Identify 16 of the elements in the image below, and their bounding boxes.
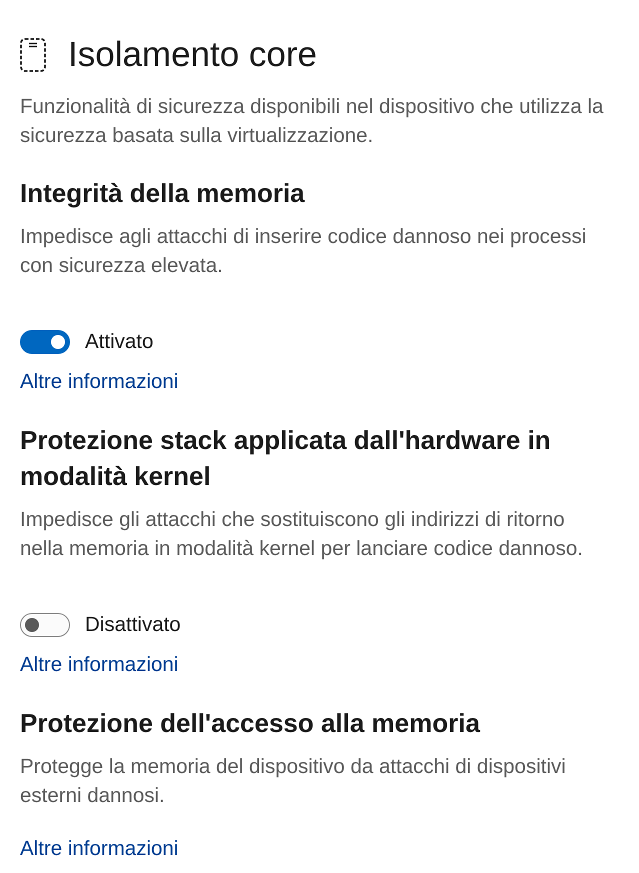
toggle-switch[interactable] — [20, 330, 70, 354]
page-description: Funzionalità di sicurezza disponibili nel dispositivo che utilizza la sicurezza basata sulla virtualizzazione. — [20, 94, 604, 149]
more-info-link[interactable]: Altre informazioni — [20, 837, 178, 861]
toggle-label: Disattivato — [85, 613, 181, 637]
page-title: Isolamento core — [68, 35, 318, 75]
section-heading: Integrità della memoria — [20, 177, 305, 210]
section-description: Impedisce gli attacchi che sostituiscono gli indirizzi di ritorno nella memoria in modalità kernel per lanciare codice dannoso. — [20, 507, 583, 562]
more-info-link[interactable]: Altre informazioni — [20, 370, 178, 394]
section-description: Impedisce agli attacchi di inserire codice dannoso nei processi con sicurezza elevata. — [20, 224, 586, 279]
section-heading: Protezione dell'accesso alla memoria — [20, 707, 480, 740]
toggle-switch[interactable] — [20, 613, 70, 637]
section-heading: Protezione stack applicata dall'hardware in modalità kernel — [20, 424, 552, 493]
toggle-label: Attivato — [85, 330, 154, 354]
more-info-link[interactable]: Altre informazioni — [20, 653, 178, 677]
section-description: Protegge la memoria del dispositivo da attacchi di dispositivi esterni dannosi. — [20, 754, 566, 809]
dashed-device-icon — [20, 38, 46, 72]
